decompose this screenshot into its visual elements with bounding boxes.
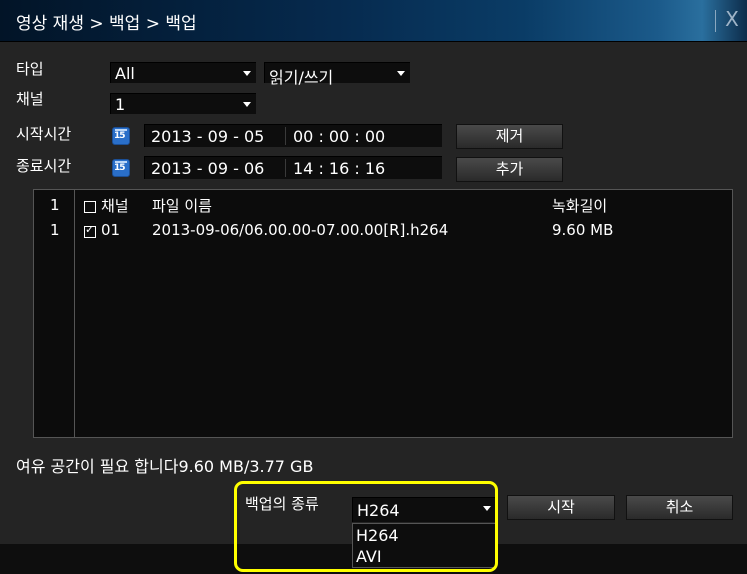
- start-time[interactable]: 00 : 00 : 00: [293, 127, 385, 146]
- chevron-down-icon: [238, 63, 256, 82]
- window-title: 영상 재생 > 백업 > 백업: [16, 14, 197, 34]
- list-header: 1 채널 파일 이름 녹화길이: [34, 190, 732, 216]
- select-all-checkbox[interactable]: [84, 201, 96, 213]
- start-button[interactable]: 시작: [507, 495, 615, 520]
- remove-button[interactable]: 제거: [456, 124, 563, 149]
- row-filename: 2013-09-06/06.00.00-07.00.00[R].h264: [152, 221, 449, 239]
- end-time[interactable]: 14 : 16 : 16: [293, 159, 385, 178]
- column-header-duration[interactable]: 녹화길이: [552, 195, 607, 216]
- chevron-down-icon: [392, 63, 410, 82]
- end-date[interactable]: 2013 - 09 - 06: [151, 159, 264, 178]
- backup-dialog: 영상 재생 > 백업 > 백업 X 타입 All 읽기/쓰기 채널 1 시작시간…: [0, 0, 747, 574]
- row-index: 1: [50, 221, 60, 239]
- column-header-filename[interactable]: 파일 이름: [152, 195, 212, 216]
- row-checkbox[interactable]: [84, 223, 96, 238]
- title-divider: [715, 10, 716, 32]
- type-select[interactable]: All: [110, 62, 256, 83]
- title-bar: 영상 재생 > 백업 > 백업 X: [0, 0, 747, 42]
- chevron-down-icon: [478, 498, 496, 521]
- row-channel: 01: [101, 221, 121, 239]
- channel-select-value: 1: [115, 95, 126, 114]
- add-button[interactable]: 추가: [456, 157, 563, 182]
- calendar-icon[interactable]: [112, 159, 130, 177]
- start-date[interactable]: 2013 - 09 - 05: [151, 127, 264, 146]
- type-select-value: All: [115, 64, 135, 83]
- mode-select[interactable]: 읽기/쓰기: [264, 62, 410, 87]
- file-list[interactable]: 1 채널 파일 이름 녹화길이 1 01 2013-09-06/06.00.00…: [33, 189, 733, 438]
- header-index: 1: [50, 196, 60, 214]
- field-divider: [285, 127, 286, 145]
- mode-select-value: 읽기/쓰기: [269, 68, 334, 87]
- backup-type-dropdown[interactable]: H264 AVI: [352, 523, 496, 568]
- column-header-channel[interactable]: 채널: [101, 195, 129, 216]
- end-datetime-field[interactable]: 2013 - 09 - 06 14 : 16 : 16: [144, 156, 442, 179]
- option-h264[interactable]: H264: [356, 526, 399, 545]
- chevron-down-icon: [238, 94, 256, 113]
- backup-type-value: H264: [357, 501, 400, 520]
- end-time-label: 종료시간: [16, 157, 72, 175]
- table-row[interactable]: 1 01 2013-09-06/06.00.00-07.00.00[R].h26…: [34, 218, 732, 240]
- option-avi[interactable]: AVI: [356, 547, 382, 566]
- start-datetime-field[interactable]: 2013 - 09 - 05 00 : 00 : 00: [144, 124, 442, 147]
- close-icon[interactable]: X: [722, 7, 742, 31]
- channel-label: 채널: [16, 90, 44, 108]
- calendar-icon[interactable]: [112, 127, 130, 145]
- backup-type-label: 백업의 종류: [245, 495, 319, 513]
- free-space-info: 여유 공간이 필요 합니다9.60 MB/3.77 GB: [16, 457, 314, 476]
- cancel-button[interactable]: 취소: [626, 495, 733, 520]
- field-divider: [285, 159, 286, 177]
- start-time-label: 시작시간: [16, 125, 72, 143]
- type-label: 타입: [16, 60, 44, 78]
- backup-type-select[interactable]: H264: [352, 497, 496, 522]
- row-size: 9.60 MB: [552, 221, 614, 239]
- channel-select[interactable]: 1: [110, 93, 256, 114]
